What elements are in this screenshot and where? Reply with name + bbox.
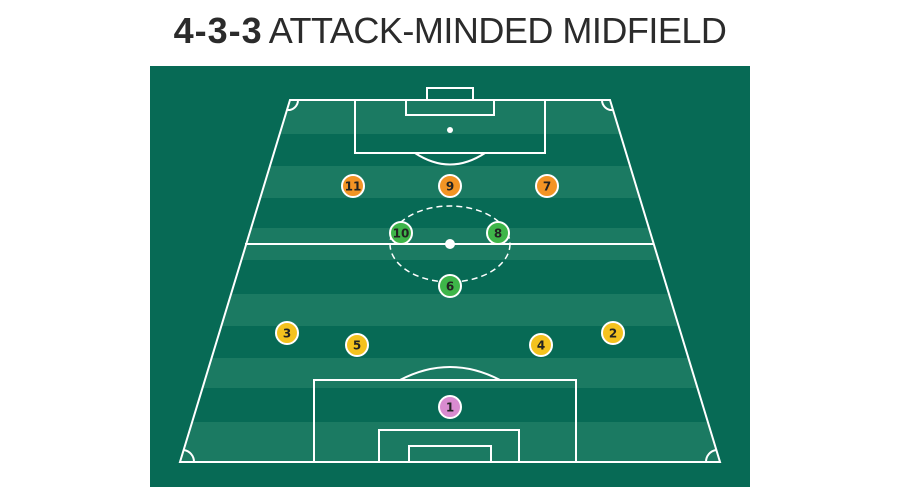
player-number: 5	[353, 339, 361, 353]
player-number: 8	[494, 227, 502, 241]
player-marker-9: 9	[438, 174, 462, 198]
player-number: 6	[446, 280, 454, 294]
pitch-diagram: 11 9 7 10 8 6 3 5 4 2 1	[150, 66, 750, 487]
player-marker-6: 6	[438, 274, 462, 298]
player-number: 1	[446, 401, 454, 415]
player-marker-11: 11	[341, 174, 365, 198]
formation-description: ATTACK-MINDED MIDFIELD	[268, 10, 727, 51]
player-marker-8: 8	[486, 221, 510, 245]
pitch-stripe	[221, 294, 679, 326]
player-marker-10: 10	[389, 221, 413, 245]
pitch-stripe	[180, 422, 720, 462]
player-marker-7: 7	[535, 174, 559, 198]
player-marker-5: 5	[345, 333, 369, 357]
player-number: 9	[446, 180, 454, 194]
player-number: 11	[345, 180, 362, 194]
diagram-title: 4-3-3 ATTACK-MINDED MIDFIELD	[0, 10, 900, 52]
formation-label: 4-3-3	[173, 10, 263, 51]
player-marker-1: 1	[438, 395, 462, 419]
player-number: 3	[283, 327, 291, 341]
player-number: 4	[537, 339, 545, 353]
player-marker-4: 4	[529, 333, 553, 357]
pitch-stripe	[202, 358, 698, 388]
center-spot	[445, 239, 455, 249]
top-penalty-spot	[447, 127, 453, 133]
player-marker-3: 3	[275, 321, 299, 345]
player-number: 10	[393, 227, 410, 241]
player-number: 7	[543, 180, 551, 194]
player-marker-2: 2	[601, 321, 625, 345]
player-number: 2	[609, 327, 617, 341]
